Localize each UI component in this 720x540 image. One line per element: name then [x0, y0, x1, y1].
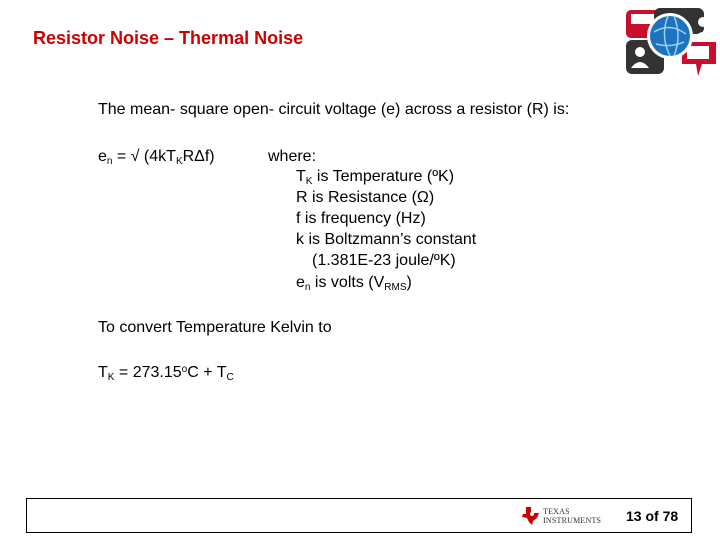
kelvin-conversion-formula: TK = 273.15oC + TC	[98, 363, 234, 383]
conv-constant: = 273.15	[114, 364, 182, 381]
def-symbol: T	[296, 168, 306, 185]
definition-resistance: R is Resistance (Ω)	[296, 189, 435, 206]
communication-globe-icon	[626, 8, 716, 76]
thermal-noise-formula: en = √ (4kTKRΔf)	[98, 147, 215, 167]
formula-body: = √ (4kT	[112, 148, 176, 165]
page-number: 13 of 78	[626, 508, 679, 524]
convert-text: To convert Temperature Kelvin to	[98, 319, 332, 336]
where-label: where:	[268, 148, 317, 165]
texas-state-icon	[522, 507, 539, 525]
definition-boltzmann-value: (1.381E-23 joule/ºK)	[312, 252, 456, 269]
conv-tk: T	[98, 364, 108, 381]
slide-title: Resistor Noise – Thermal Noise	[33, 28, 304, 48]
def-text: is volts (V	[310, 274, 385, 291]
brand-line-1: TEXAS	[543, 507, 570, 516]
def-tail: )	[406, 274, 412, 291]
texas-instruments-logo: TEXAS INSTRUMENTS	[521, 506, 611, 528]
formula-en: e	[98, 148, 107, 165]
brand-line-2: INSTRUMENTS	[543, 516, 602, 525]
formula-tk-sub: K	[175, 156, 183, 167]
intro-text: The mean- square open- circuit voltage (…	[98, 101, 570, 118]
definition-volts: en is volts (VRMS)	[296, 273, 412, 293]
def-text: is Temperature (ºK)	[312, 168, 455, 185]
slide-footer: TEXAS INSTRUMENTS 13 of 78	[26, 498, 692, 533]
definition-temperature: TK is Temperature (ºK)	[296, 167, 454, 187]
ti-brand-text: TEXAS INSTRUMENTS	[543, 507, 601, 525]
def-rms-sub: RMS	[384, 282, 407, 293]
definition-frequency: f is frequency (Hz)	[296, 210, 426, 227]
def-symbol: e	[296, 274, 305, 291]
definition-boltzmann: k is Boltzmann’s constant	[296, 231, 477, 248]
formula-tail: RΔf)	[182, 148, 215, 165]
conv-tc: C + T	[187, 364, 227, 381]
conv-tc-sub: C	[226, 372, 234, 383]
